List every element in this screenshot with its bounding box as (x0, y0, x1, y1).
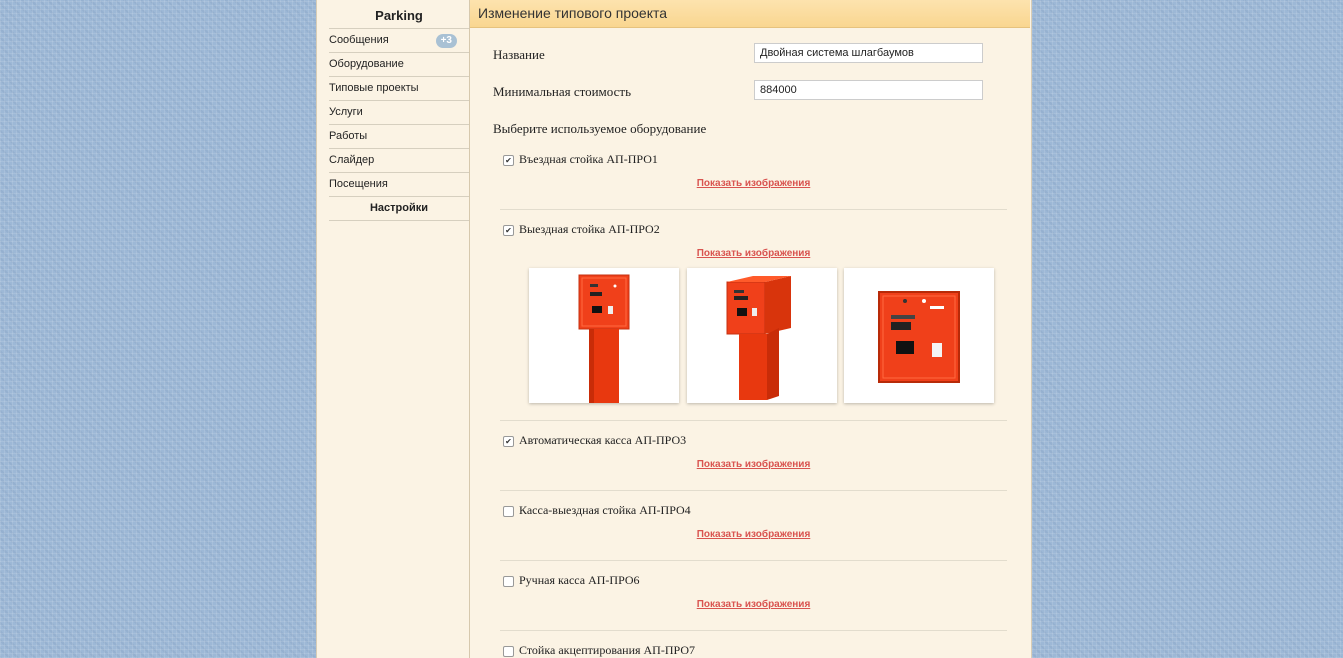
exit-terminal-panel-image (844, 268, 994, 403)
equipment-label: Ручная касса АП-ПРО6 (519, 573, 640, 587)
sidebar-item-label: Настройки (369, 202, 429, 214)
sidebar-menu: Сообщения +3 Оборудование Типовые проект… (317, 29, 469, 221)
sidebar-item-label: Посещения (329, 178, 388, 190)
equipment-checkbox[interactable]: ✔ (503, 225, 514, 236)
equipment-label: Выездная стойка АП-ПРО2 (519, 222, 660, 236)
messages-count-badge: +3 (435, 34, 457, 48)
show-images-link[interactable]: Показать изображения (500, 459, 1007, 470)
min-cost-input[interactable] (754, 80, 983, 100)
sidebar-item-label: Типовые проекты (329, 82, 419, 94)
brand-title: Parking (329, 0, 469, 29)
equipment-checkbox[interactable] (503, 646, 514, 657)
show-images-link[interactable]: Показать изображения (500, 248, 1007, 259)
sidebar-item-label: Сообщения (329, 34, 389, 46)
divider (500, 490, 1007, 491)
page-wrapper: Parking Сообщения +3 Оборудование Типовы… (316, 0, 1032, 658)
sidebar-item-visits[interactable]: Посещения (329, 173, 469, 197)
sidebar-item-settings[interactable]: Настройки (329, 197, 469, 221)
sidebar: Parking Сообщения +3 Оборудование Типовы… (317, 0, 470, 658)
equipment-image[interactable] (844, 268, 994, 403)
divider (500, 630, 1007, 631)
equipment-image[interactable] (529, 268, 679, 403)
sidebar-item-label: Слайдер (329, 154, 375, 166)
main-content: Изменение типового проекта Название Мини… (470, 0, 1030, 658)
sidebar-item-works[interactable]: Работы (329, 125, 469, 149)
equipment-image[interactable] (687, 268, 837, 403)
sidebar-item-messages[interactable]: Сообщения +3 (329, 29, 469, 53)
equipment-label: Касса-выездная стойка АП-ПРО4 (519, 503, 691, 517)
exit-terminal-angle-image (687, 268, 837, 403)
min-cost-label: Минимальная стоимость (493, 84, 631, 99)
sidebar-item-label: Работы (329, 130, 368, 142)
name-input[interactable] (754, 43, 983, 63)
divider (500, 560, 1007, 561)
page-title: Изменение типового проекта (470, 0, 1030, 28)
equipment-label: Въездная стойка АП-ПРО1 (519, 152, 658, 166)
equipment-checkbox[interactable]: ✔ (503, 436, 514, 447)
sidebar-item-label: Услуги (329, 106, 363, 118)
sidebar-item-label: Оборудование (329, 58, 404, 70)
name-label: Название (493, 47, 545, 62)
sidebar-item-slider[interactable]: Слайдер (329, 149, 469, 173)
equipment-title: Выберите используемое оборудование (493, 121, 707, 136)
equipment-checkbox[interactable] (503, 506, 514, 517)
divider (500, 420, 1007, 421)
sidebar-item-equipment[interactable]: Оборудование (329, 53, 469, 77)
show-images-link[interactable]: Показать изображения (500, 178, 1007, 189)
divider (500, 209, 1007, 210)
exit-terminal-front-image (529, 268, 679, 403)
equipment-label: Автоматическая касса АП-ПРО3 (519, 433, 687, 447)
sidebar-item-typical-projects[interactable]: Типовые проекты (329, 77, 469, 101)
show-images-link[interactable]: Показать изображения (500, 599, 1007, 610)
equipment-label: Стойка акцептирования АП-ПРО7 (519, 643, 695, 657)
equipment-checkbox[interactable]: ✔ (503, 155, 514, 166)
sidebar-item-services[interactable]: Услуги (329, 101, 469, 125)
show-images-link[interactable]: Показать изображения (500, 529, 1007, 540)
equipment-checkbox[interactable] (503, 576, 514, 587)
